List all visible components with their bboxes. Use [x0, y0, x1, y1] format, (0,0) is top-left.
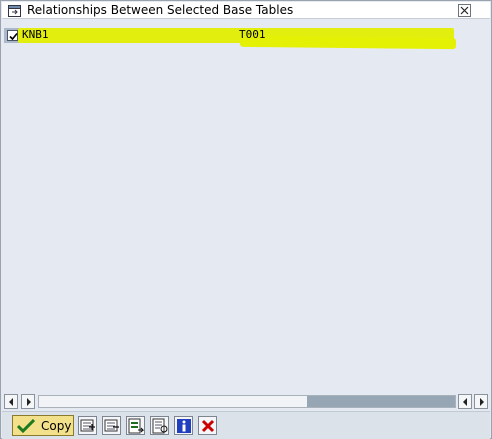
scroll-right-button[interactable]: [21, 394, 35, 409]
dialog-title: Relationships Between Selected Base Tabl…: [27, 3, 294, 17]
info-icon: [177, 419, 191, 433]
deselect-all-button[interactable]: [102, 416, 121, 435]
dialog-toolbar: Copy: [2, 411, 490, 439]
source-table-cell: KNB1: [22, 28, 49, 41]
arrow-right-icon: [480, 398, 484, 406]
select-block-icon: [128, 418, 144, 434]
select-all-icon: [80, 419, 95, 432]
copy-button-label: Copy: [41, 419, 72, 433]
relationship-checkbox[interactable]: [7, 30, 18, 41]
arrow-right-icon: [27, 398, 31, 406]
select-block-button[interactable]: [126, 416, 145, 435]
cancel-icon: [201, 419, 215, 433]
cancel-button[interactable]: [198, 416, 217, 435]
checkmark-icon: [9, 32, 18, 41]
row-highlight-mark-tail: [239, 35, 457, 50]
deselect-all-icon: [104, 419, 119, 432]
copy-button[interactable]: Copy: [12, 415, 74, 436]
title-bar: Relationships Between Selected Base Tabl…: [2, 2, 490, 19]
scrollbar-track[interactable]: [38, 395, 456, 408]
close-icon: [460, 6, 469, 15]
details-icon: [152, 418, 168, 434]
check-icon: [17, 419, 35, 433]
arrow-left-icon: [463, 398, 467, 406]
scroll-right-end-button[interactable]: [474, 394, 488, 409]
scroll-left-end-button[interactable]: [458, 394, 472, 409]
close-button[interactable]: [458, 4, 471, 17]
horizontal-scrollbar[interactable]: [4, 394, 488, 409]
relationships-list: KNB1 T001: [2, 20, 490, 392]
scrollbar-thumb[interactable]: [307, 396, 455, 407]
select-all-button[interactable]: [78, 416, 97, 435]
target-table-cell: T001: [239, 28, 266, 41]
relationships-dialog: Relationships Between Selected Base Tabl…: [0, 0, 492, 439]
list-item[interactable]: KNB1 T001: [4, 28, 457, 50]
scroll-left-button[interactable]: [4, 394, 18, 409]
details-button[interactable]: [150, 416, 169, 435]
info-button[interactable]: [174, 416, 193, 435]
dialog-window-icon: [8, 5, 21, 17]
arrow-left-icon: [9, 398, 13, 406]
